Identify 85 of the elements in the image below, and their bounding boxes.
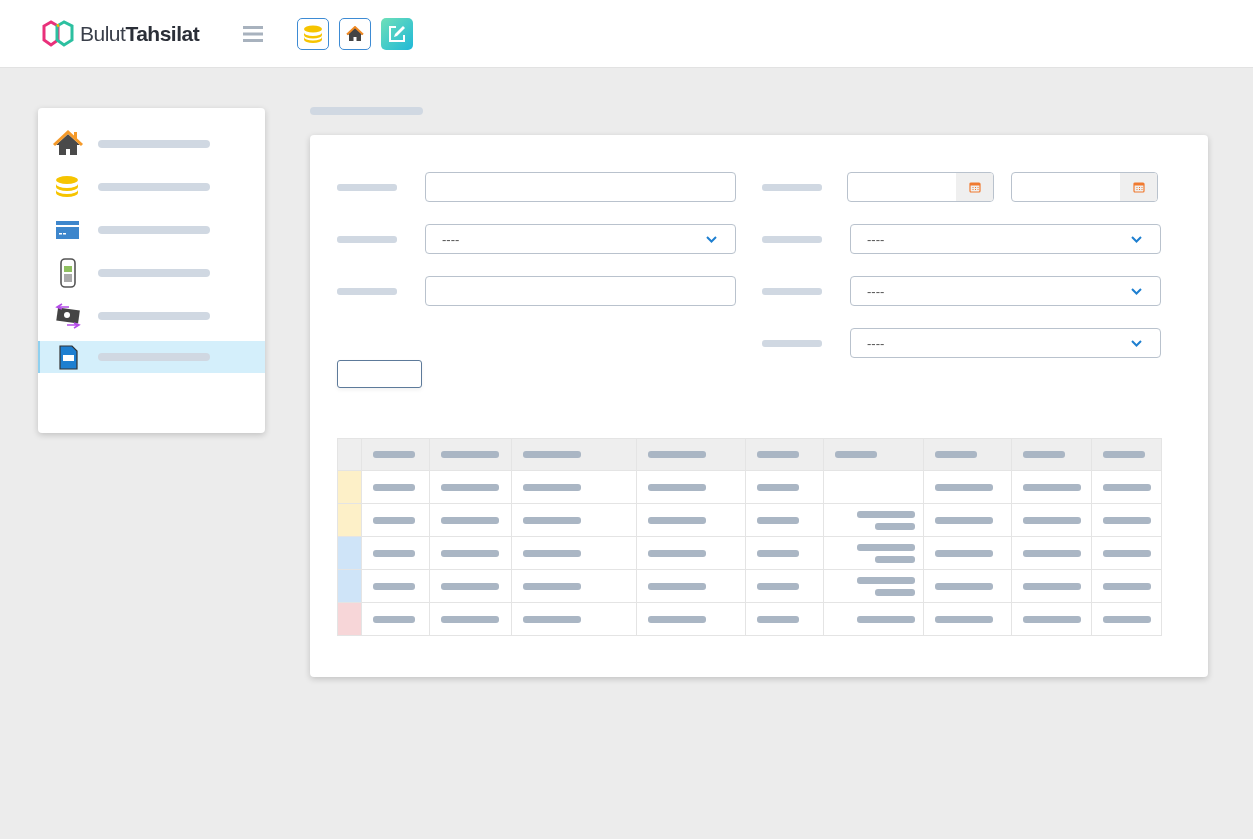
text-placeholder <box>857 615 915 623</box>
text-placeholder <box>373 582 415 590</box>
label-placeholder <box>337 183 397 191</box>
chevron-down-icon <box>1131 235 1142 243</box>
text-placeholder <box>373 549 415 557</box>
header-placeholder <box>835 451 877 458</box>
text-placeholder <box>373 483 415 491</box>
calendar-icon <box>968 181 981 193</box>
text-placeholder <box>935 615 993 623</box>
label-placeholder <box>762 287 822 295</box>
select-dropdown[interactable]: ---- <box>850 276 1161 306</box>
text-input[interactable] <box>425 172 736 202</box>
chevron-down-icon <box>1131 287 1142 295</box>
text-placeholder <box>441 483 499 491</box>
label-placeholder <box>762 339 822 347</box>
header-placeholder <box>373 451 415 458</box>
text-placeholder <box>1023 615 1081 623</box>
chevron-down-icon <box>706 235 717 243</box>
header-placeholder <box>935 451 977 458</box>
header-placeholder <box>757 451 799 458</box>
text-placeholder <box>935 582 993 590</box>
text-placeholder <box>935 549 993 557</box>
text-placeholder <box>441 516 499 524</box>
label-placeholder <box>762 183 822 191</box>
text-placeholder <box>1103 582 1151 590</box>
text-placeholder <box>857 510 915 518</box>
home-icon <box>346 25 365 42</box>
text-placeholder <box>648 582 706 590</box>
text-placeholder <box>648 516 706 524</box>
text-placeholder <box>523 549 581 557</box>
text-placeholder <box>757 582 799 590</box>
header-placeholder <box>523 451 581 458</box>
text-placeholder <box>757 516 799 524</box>
text-placeholder <box>1103 516 1151 524</box>
text-placeholder <box>373 516 415 524</box>
text-placeholder <box>1103 483 1151 491</box>
text-placeholder <box>857 543 915 551</box>
select-dropdown[interactable]: ---- <box>850 224 1161 254</box>
logo-text: BulutTahsilat <box>80 21 200 46</box>
header-placeholder <box>441 451 499 458</box>
submit-button[interactable] <box>337 360 422 388</box>
label-placeholder <box>337 287 397 295</box>
text-placeholder <box>373 615 415 623</box>
chevron-down-icon <box>1131 339 1142 347</box>
text-input[interactable] <box>425 276 736 306</box>
text-placeholder <box>648 615 706 623</box>
text-placeholder <box>1103 549 1151 557</box>
text-placeholder <box>523 615 581 623</box>
text-placeholder <box>523 582 581 590</box>
date-input[interactable] <box>847 172 994 202</box>
header-placeholder <box>1023 451 1065 458</box>
text-placeholder <box>1023 516 1081 524</box>
text-placeholder <box>857 576 915 584</box>
label-placeholder <box>762 235 822 243</box>
calendar-icon <box>1132 181 1145 193</box>
text-placeholder <box>648 483 706 491</box>
text-placeholder <box>757 549 799 557</box>
text-placeholder <box>1023 582 1081 590</box>
text-placeholder <box>875 522 915 530</box>
text-placeholder <box>523 483 581 491</box>
text-placeholder <box>1103 615 1151 623</box>
text-placeholder <box>875 555 915 563</box>
toolbar-button[interactable] <box>339 17 372 50</box>
date-input[interactable] <box>1011 172 1158 202</box>
header-placeholder <box>1103 451 1145 458</box>
label-placeholder <box>337 235 397 243</box>
text-placeholder <box>935 516 993 524</box>
menu-icon[interactable] <box>243 24 264 43</box>
text-placeholder <box>523 516 581 524</box>
text-placeholder <box>935 483 993 491</box>
text-placeholder <box>1023 549 1081 557</box>
text-placeholder <box>875 588 915 596</box>
select-dropdown[interactable]: ---- <box>425 224 736 254</box>
select-dropdown[interactable]: ---- <box>850 328 1161 358</box>
text-placeholder <box>441 582 499 590</box>
header-placeholder <box>648 451 706 458</box>
edit-icon <box>387 23 408 44</box>
text-placeholder <box>648 549 706 557</box>
text-placeholder <box>1023 483 1081 491</box>
text-placeholder <box>441 615 499 623</box>
coins-icon <box>303 23 324 44</box>
logo-icon <box>42 19 76 48</box>
text-placeholder <box>757 483 799 491</box>
text-placeholder <box>757 615 799 623</box>
text-placeholder <box>441 549 499 557</box>
